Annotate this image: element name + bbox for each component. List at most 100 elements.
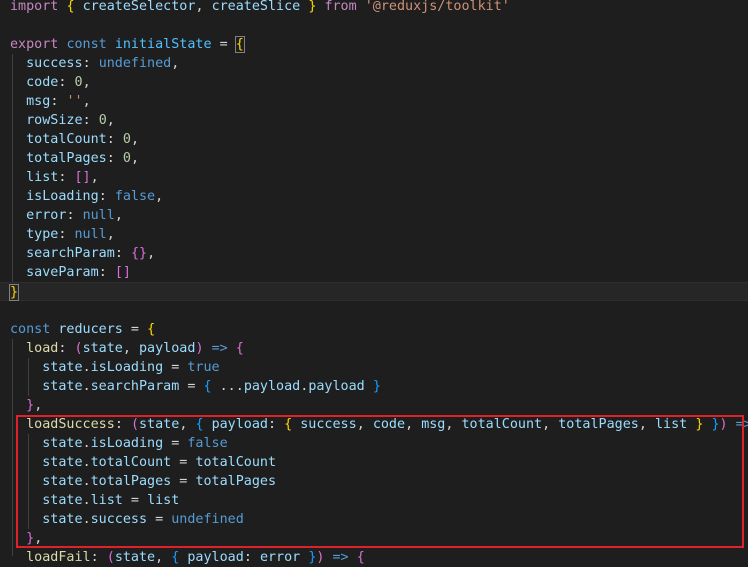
code-line[interactable]: const reducers = { <box>0 320 748 339</box>
code-line[interactable]: state.totalPages = totalPages <box>0 472 748 491</box>
code-token: } <box>711 417 720 432</box>
code-line[interactable]: list: [], <box>0 168 748 187</box>
code-token: , <box>179 417 196 432</box>
code-line[interactable]: import { createSelector, createSlice } f… <box>0 0 748 16</box>
code-token: } <box>26 531 35 546</box>
indent-guide-reducers <box>12 339 13 556</box>
code-line[interactable]: state.searchParam = { ...payload.payload… <box>0 377 748 396</box>
code-token: , <box>130 151 139 166</box>
code-token: , <box>90 170 99 185</box>
code-token: ... <box>211 379 244 394</box>
code-line[interactable] <box>0 301 748 320</box>
code-token: = <box>171 455 196 470</box>
code-token: isLoading <box>90 436 164 451</box>
code-token: , <box>106 227 115 242</box>
code-token: => <box>735 417 748 432</box>
code-token: createSlice <box>211 0 301 14</box>
code-token: createSelector <box>82 0 196 14</box>
code-token: . <box>82 436 91 451</box>
code-token: msg <box>26 94 51 109</box>
code-line[interactable]: code: 0, <box>0 73 748 92</box>
code-line[interactable]: totalCount: 0, <box>0 130 748 149</box>
code-token: { <box>66 0 75 14</box>
code-token: = <box>122 322 148 337</box>
indent-guide-load-body <box>28 358 29 396</box>
code-token: export <box>10 37 59 52</box>
code-line[interactable]: error: null, <box>0 206 748 225</box>
code-token: . <box>82 379 91 394</box>
code-token: totalCount <box>461 417 543 432</box>
code-token: state <box>42 474 83 489</box>
code-token: true <box>187 360 220 375</box>
code-line[interactable]: loadFail: (state, { payload: error }) =>… <box>0 548 748 567</box>
code-token: : <box>106 132 123 147</box>
code-token: '' <box>66 94 83 109</box>
code-token: { <box>195 417 204 432</box>
code-line[interactable]: state.isLoading = true <box>0 358 748 377</box>
code-line[interactable]: load: (state, payload) => { <box>0 339 748 358</box>
code-line[interactable]: export const initialState = { <box>0 35 748 54</box>
code-token: msg <box>421 417 446 432</box>
code-line[interactable]: state.totalCount = totalCount <box>0 453 748 472</box>
code-token: , <box>405 417 422 432</box>
code-line[interactable]: totalPages: 0, <box>0 149 748 168</box>
code-token: { <box>203 379 212 394</box>
code-token: , <box>171 56 180 71</box>
code-line[interactable]: }, <box>0 396 748 415</box>
code-token: 0 <box>74 75 83 90</box>
code-editor[interactable]: import { createSelector, createSlice } f… <box>0 0 748 565</box>
code-token: . <box>82 455 91 470</box>
code-line[interactable]: saveParam: [] <box>0 263 748 282</box>
code-token: => <box>332 550 349 565</box>
code-token: ( <box>74 341 83 356</box>
code-token: = <box>147 512 172 527</box>
code-line[interactable]: state.isLoading = false <box>0 434 748 453</box>
code-token: : <box>58 75 75 90</box>
code-line[interactable]: rowSize: 0, <box>0 111 748 130</box>
code-token: isLoading <box>26 189 99 204</box>
code-token: code <box>372 417 406 432</box>
code-token: code <box>26 75 59 90</box>
code-token: totalPages <box>558 417 639 432</box>
code-token: const <box>10 322 51 337</box>
code-line[interactable] <box>0 16 748 35</box>
code-token: load <box>26 341 59 356</box>
code-line[interactable]: success: undefined, <box>0 54 748 73</box>
indent-guide-loadsuccess-body <box>28 434 29 529</box>
code-token: searchParam <box>26 246 115 261</box>
code-token: type <box>26 227 59 242</box>
code-token: isLoading <box>90 360 164 375</box>
code-line[interactable]: state.success = undefined <box>0 510 748 529</box>
code-token: payload <box>243 379 301 394</box>
code-token: list <box>655 417 688 432</box>
code-token: totalCount <box>195 455 277 470</box>
code-token: undefined <box>171 512 244 527</box>
code-line[interactable]: searchParam: {}, <box>0 244 748 263</box>
code-token: list <box>147 493 180 508</box>
code-token: null <box>82 208 115 223</box>
code-token: { <box>147 322 156 337</box>
code-token: success <box>90 512 148 527</box>
code-line[interactable]: isLoading: false, <box>0 187 748 206</box>
code-token: , <box>82 94 91 109</box>
code-line[interactable]: loadSuccess: (state, { payload: { succes… <box>0 415 748 434</box>
code-token: : <box>50 94 67 109</box>
code-line[interactable]: } <box>0 282 748 301</box>
code-token: initialState <box>114 37 212 52</box>
code-token: state <box>42 455 83 470</box>
code-token: { <box>234 36 245 53</box>
code-token: , <box>147 246 156 261</box>
code-line[interactable]: type: null, <box>0 225 748 244</box>
code-token: : <box>90 550 107 565</box>
code-line[interactable]: state.list = list <box>0 491 748 510</box>
code-token: import <box>10 0 59 14</box>
code-token: const <box>66 37 107 52</box>
code-token: : <box>114 417 131 432</box>
code-token: totalPages <box>90 474 172 489</box>
code-line[interactable]: }, <box>0 529 748 548</box>
code-line[interactable]: msg: '', <box>0 92 748 111</box>
